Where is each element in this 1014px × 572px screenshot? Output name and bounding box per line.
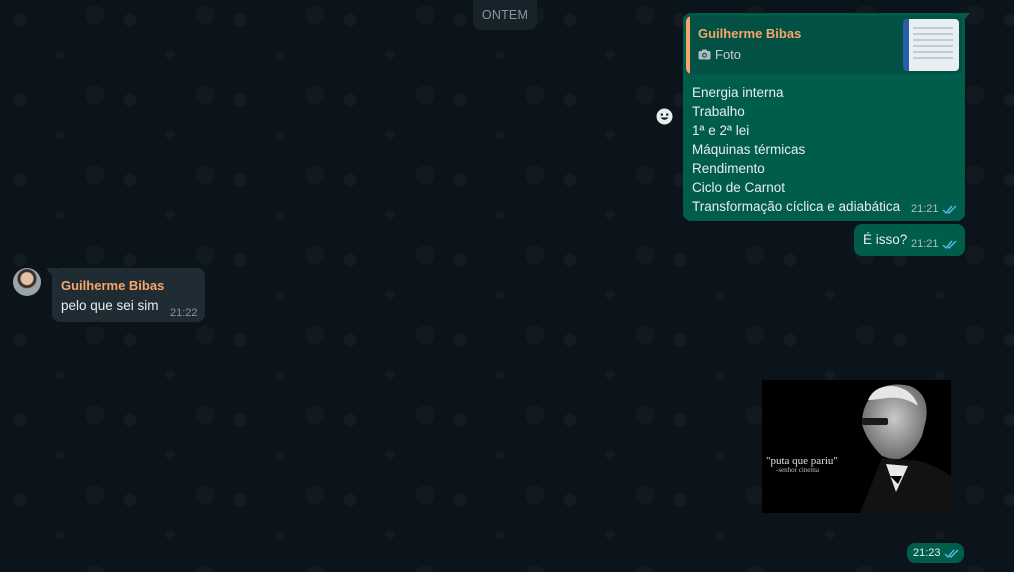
incoming-message[interactable]: Guilherme Bibas pelo que sei sim 21:22 <box>52 268 205 322</box>
outgoing-message[interactable]: É isso? 21:21 <box>854 224 965 256</box>
avatar[interactable] <box>13 268 41 296</box>
message-line: 1ª e 2ª lei <box>692 123 750 138</box>
quote-author: Guilherme Bibas <box>698 26 802 41</box>
double-check-icon <box>944 549 959 558</box>
quote-type-label: Foto <box>715 47 742 62</box>
message-time: 21:23 <box>913 547 941 559</box>
message-time: 21:22 <box>170 307 198 319</box>
message-line: Máquinas térmicas <box>692 142 806 157</box>
message-line: Rendimento <box>692 161 765 176</box>
message-line: Ciclo de Carnot <box>692 180 786 195</box>
message-meta: 21:23 <box>913 547 960 559</box>
double-check-icon <box>942 240 957 249</box>
image-meta: 21:23 <box>907 543 964 563</box>
message-line: Trabalho <box>692 104 745 119</box>
message-line: Transformação cíclica e adiabática <box>692 199 901 214</box>
quote-type: Foto <box>698 47 741 62</box>
camera-icon <box>698 49 711 60</box>
quote-thumbnail <box>903 19 959 71</box>
message-time: 21:21 <box>911 203 939 215</box>
date-separator: ONTEM <box>473 0 537 30</box>
double-check-icon <box>942 205 957 214</box>
message-author[interactable]: Guilherme Bibas <box>61 278 164 293</box>
image-message[interactable]: "puta que pariu" -senhor cinema <box>762 380 951 513</box>
portrait-image <box>762 380 951 513</box>
message-text: É isso? <box>863 232 908 247</box>
emoji-reaction-icon[interactable] <box>655 107 674 126</box>
chat-area: ONTEM Guilherme Bibas Foto Energia inter… <box>0 0 1014 572</box>
message-time: 21:21 <box>911 238 939 250</box>
message-meta: 21:21 <box>911 238 958 250</box>
message-line: Energia interna <box>692 85 784 100</box>
image-caption-attribution: -senhor cinema <box>776 466 819 474</box>
message-text: Energia interna Trabalho 1ª e 2ª lei Máq… <box>692 83 900 216</box>
message-text: pelo que sei sim <box>61 298 159 313</box>
outgoing-message[interactable]: Guilherme Bibas Foto Energia interna Tra… <box>683 13 965 221</box>
quote-accent-bar <box>686 16 690 74</box>
message-meta: 21:21 <box>911 203 958 215</box>
quoted-message[interactable]: Guilherme Bibas Foto <box>686 16 962 74</box>
